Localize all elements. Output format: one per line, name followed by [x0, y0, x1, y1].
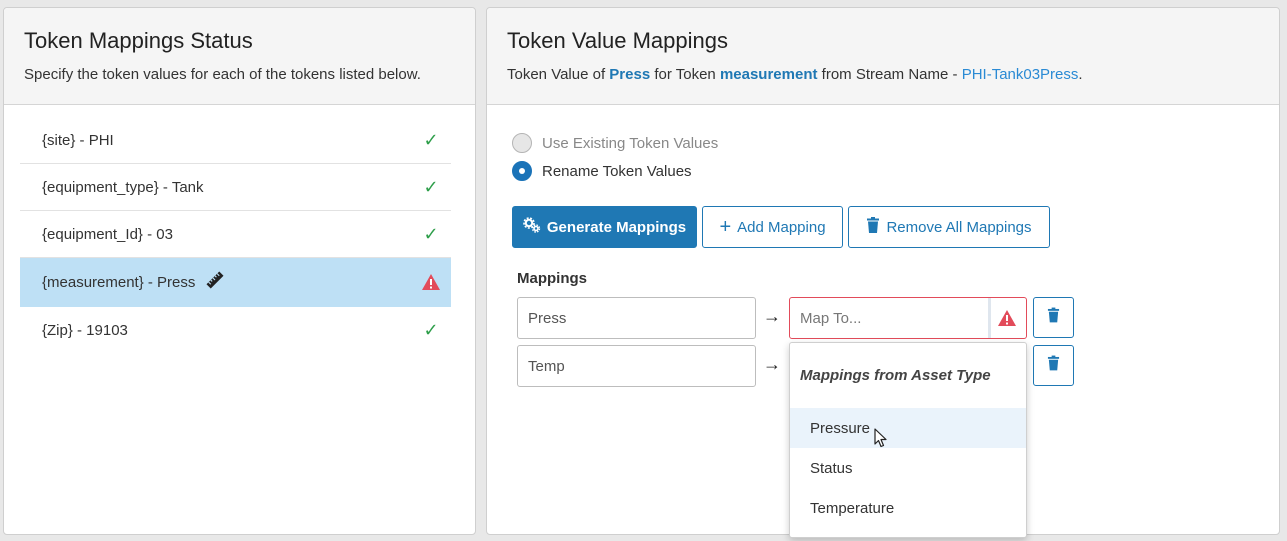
radio-use-existing[interactable]: Use Existing Token Values — [512, 133, 718, 153]
token-row-site[interactable]: {site} - PHI ✓ — [20, 117, 451, 164]
check-icon: ✓ — [423, 129, 439, 150]
subtitle-text: Token Value of — [507, 66, 610, 83]
radio-label: Rename Token Values — [542, 162, 692, 180]
token-label: {site} - PHI — [42, 131, 114, 149]
radio-button[interactable] — [512, 161, 532, 181]
warning-icon — [997, 309, 1017, 332]
map-to-dropdown: Mappings from Asset Type Pressure Status… — [789, 342, 1027, 538]
remove-all-mappings-button[interactable]: Remove All Mappings — [848, 206, 1050, 248]
remove-mapping-button[interactable] — [1033, 345, 1074, 386]
mapping-from-input[interactable]: Temp — [517, 345, 756, 387]
dropdown-option-status[interactable]: Status — [790, 448, 1026, 488]
token-row-zip[interactable]: {Zip} - 19103 ✓ — [20, 307, 451, 354]
dropdown-group-header: Mappings from Asset Type — [800, 367, 991, 384]
add-mapping-button[interactable]: + Add Mapping — [702, 206, 843, 248]
button-label: Generate Mappings — [546, 218, 687, 236]
subtitle-text: for Token — [650, 66, 720, 83]
token-label: {equipment_Id} - 03 — [42, 225, 173, 243]
panel-title: Token Mappings Status — [24, 28, 253, 53]
button-label: Remove All Mappings — [886, 218, 1032, 236]
token-row-measurement[interactable]: {measurement} - Press — [20, 258, 451, 307]
token-label: {measurement} - Press — [42, 273, 196, 291]
trash-icon — [1047, 355, 1060, 376]
token-row-equipment-type[interactable]: {equipment_type} - Tank ✓ — [20, 164, 451, 211]
check-icon: ✓ — [423, 223, 439, 244]
token-list: {site} - PHI ✓ {equipment_type} - Tank ✓… — [20, 117, 451, 354]
dropdown-option-temperature[interactable]: Temperature — [790, 488, 1026, 528]
mapping-from-input[interactable]: Press — [517, 297, 756, 339]
token-row-equipment-id[interactable]: {equipment_Id} - 03 ✓ — [20, 211, 451, 258]
radio-label: Use Existing Token Values — [542, 134, 719, 152]
map-to-field[interactable]: Map To... — [789, 297, 1027, 339]
warning-icon — [421, 273, 441, 291]
token-label: {Zip} - 19103 — [42, 322, 128, 339]
panel-title: Token Value Mappings — [507, 28, 728, 53]
panel-subtitle: Token Value of Press for Token measureme… — [507, 65, 1259, 85]
generate-mappings-button[interactable]: Generate Mappings — [512, 206, 697, 248]
check-icon: ✓ — [423, 320, 439, 340]
map-to-input[interactable]: Map To... — [790, 298, 991, 338]
panel-subtitle: Specify the token values for each of the… — [24, 66, 421, 83]
ruler-icon — [205, 270, 225, 294]
panel-header: Token Value Mappings Token Value of Pres… — [487, 8, 1279, 105]
token-name: measurement — [719, 66, 818, 83]
plus-icon: + — [719, 216, 732, 238]
token-value-mappings-panel: Token Value Mappings Token Value of Pres… — [486, 7, 1280, 538]
token-label: {equipment_type} - Tank — [42, 178, 204, 196]
mappings-label: Mappings — [517, 270, 587, 287]
stream-name-link[interactable]: PHI-Tank03Press — [962, 66, 1079, 83]
panel-header: Token Mappings Status Specify the token … — [4, 8, 475, 105]
dropdown-option-pressure[interactable]: Pressure — [790, 408, 1026, 448]
radio-button[interactable] — [512, 133, 532, 153]
mouse-pointer-icon — [874, 428, 888, 453]
check-icon: ✓ — [423, 176, 439, 197]
token-value: Press — [609, 66, 651, 83]
arrow-right-icon: → — [763, 354, 781, 374]
radio-rename[interactable]: Rename Token Values — [512, 161, 692, 181]
remove-mapping-button[interactable] — [1033, 297, 1074, 338]
subtitle-text: . — [1078, 66, 1083, 83]
subtitle-text: from Stream Name - — [817, 66, 962, 83]
gears-icon — [523, 217, 541, 237]
arrow-right-icon: → — [763, 306, 781, 326]
trash-icon — [1047, 307, 1060, 328]
button-label: Add Mapping — [737, 218, 826, 236]
trash-icon — [866, 217, 880, 237]
